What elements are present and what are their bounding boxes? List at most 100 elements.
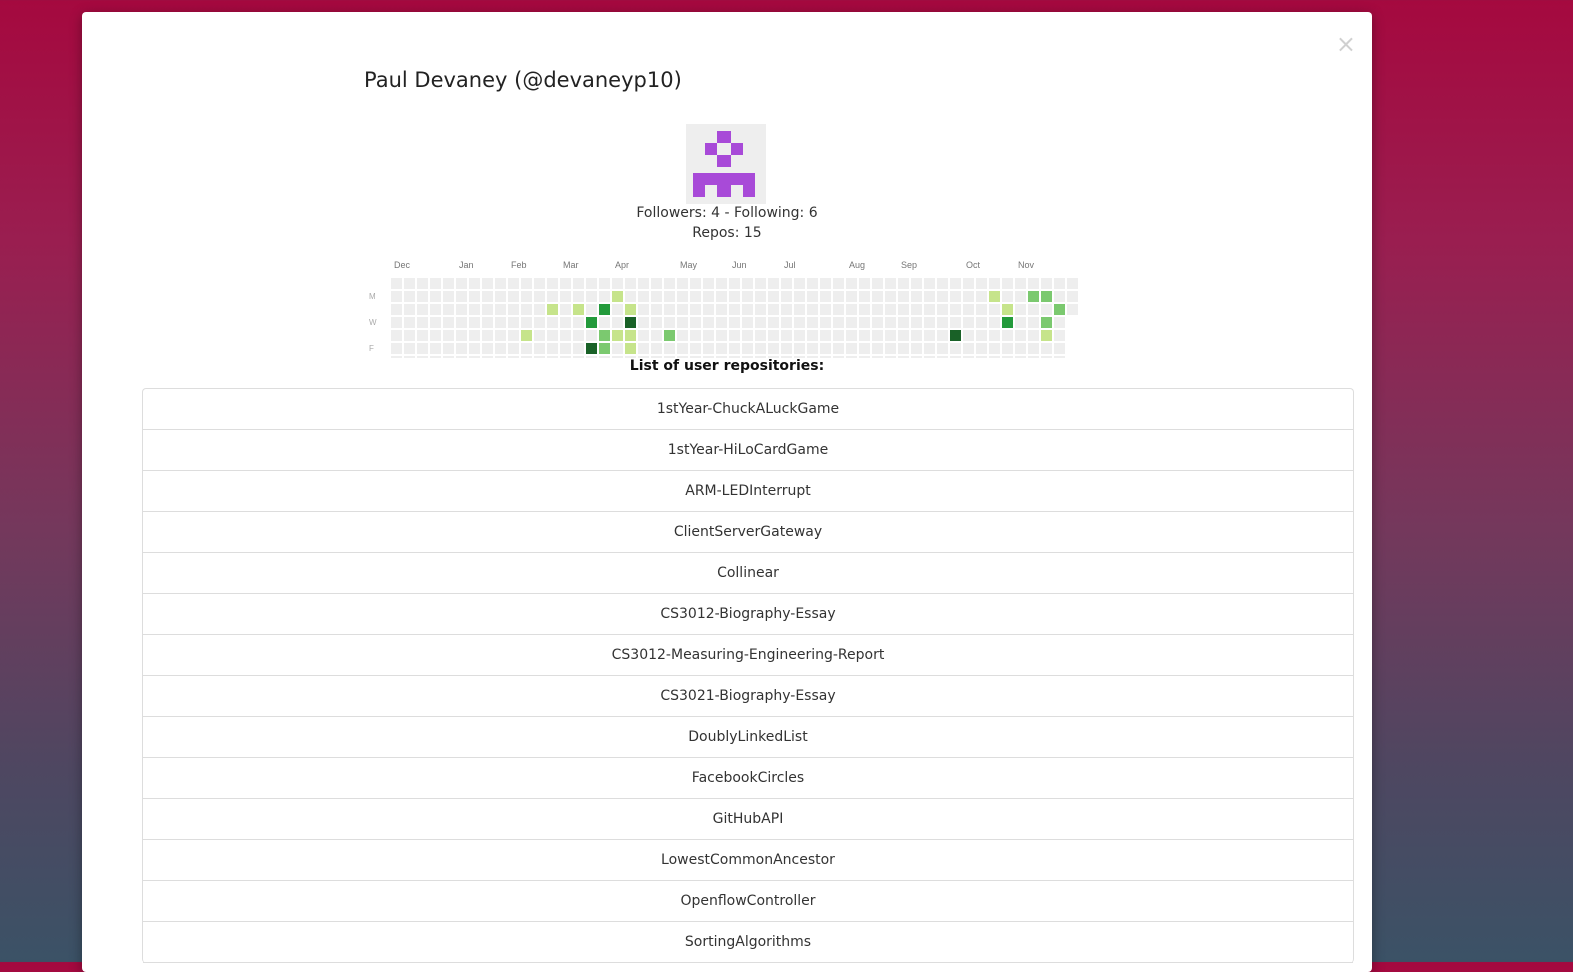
repo-list-item[interactable]: OpenflowController [143, 881, 1353, 922]
repo-list-item[interactable]: 1stYear-ChuckALuckGame [143, 389, 1353, 430]
contribution-day [560, 278, 571, 289]
contribution-day [989, 343, 1000, 354]
month-label: Mar [563, 260, 579, 270]
contribution-day [1002, 317, 1013, 328]
contribution-day [495, 291, 506, 302]
contribution-day [885, 330, 896, 341]
contribution-day [1054, 278, 1065, 289]
contribution-day [950, 343, 961, 354]
contribution-day [560, 304, 571, 315]
contribution-day [768, 304, 779, 315]
contribution-day [833, 291, 844, 302]
contribution-day [573, 330, 584, 341]
contribution-day [742, 304, 753, 315]
contribution-day [534, 317, 545, 328]
contribution-day [872, 304, 883, 315]
close-icon[interactable]: × [1336, 32, 1356, 56]
contribution-day [625, 291, 636, 302]
contribution-day [820, 304, 831, 315]
repo-list-item[interactable]: SortingAlgorithms [143, 922, 1353, 963]
contribution-day [404, 330, 415, 341]
contribution-day [495, 278, 506, 289]
contribution-day [1067, 278, 1078, 289]
contribution-day [599, 291, 610, 302]
contribution-day [404, 291, 415, 302]
repo-list-item[interactable]: GitHubAPI [143, 799, 1353, 840]
contribution-day [560, 343, 571, 354]
repo-list-item[interactable]: ClientServerGateway [143, 512, 1353, 553]
contribution-day [937, 291, 948, 302]
contribution-day [768, 317, 779, 328]
contribution-day [599, 278, 610, 289]
contribution-day [898, 330, 909, 341]
repo-list-item[interactable]: CS3021-Biography-Essay [143, 676, 1353, 717]
contribution-day [443, 278, 454, 289]
contribution-day [859, 317, 870, 328]
contribution-day [846, 330, 857, 341]
contribution-day [885, 317, 896, 328]
contribution-day [1015, 291, 1026, 302]
repo-list-item[interactable]: LowestCommonAncestor [143, 840, 1353, 881]
contribution-day [924, 291, 935, 302]
contribution-day [950, 317, 961, 328]
contribution-day [989, 330, 1000, 341]
contribution-day [807, 343, 818, 354]
contribution-day [469, 304, 480, 315]
repo-list-item[interactable]: ARM-LEDInterrupt [143, 471, 1353, 512]
contribution-day [703, 330, 714, 341]
contribution-day [976, 304, 987, 315]
contribution-day [846, 278, 857, 289]
contribution-day [638, 343, 649, 354]
contribution-day [430, 330, 441, 341]
contribution-day [794, 317, 805, 328]
contribution-day [599, 343, 610, 354]
contribution-day [560, 330, 571, 341]
contribution-day [443, 317, 454, 328]
repo-list-item[interactable]: 1stYear-HiLoCardGame [143, 430, 1353, 471]
contribution-day [781, 291, 792, 302]
contribution-day [794, 278, 805, 289]
contribution-day [430, 343, 441, 354]
contribution-day [950, 291, 961, 302]
contribution-day [742, 317, 753, 328]
month-label: May [680, 260, 698, 270]
repo-list-item[interactable]: Collinear [143, 553, 1353, 594]
contribution-day [1028, 317, 1039, 328]
repo-list: 1stYear-ChuckALuckGame 1stYear-HiLoCardGa… [142, 388, 1354, 963]
month-label: Jan [459, 260, 474, 270]
contribution-day [716, 278, 727, 289]
contribution-day [638, 330, 649, 341]
contribution-day [495, 330, 506, 341]
contribution-day [417, 278, 428, 289]
contribution-day [846, 317, 857, 328]
contribution-day [638, 291, 649, 302]
contribution-day [534, 343, 545, 354]
contribution-day [781, 278, 792, 289]
contribution-day [573, 317, 584, 328]
contribution-day [1002, 330, 1013, 341]
contribution-day [703, 291, 714, 302]
contribution-day [898, 343, 909, 354]
contribution-day [1002, 278, 1013, 289]
repo-list-item[interactable]: DoublyLinkedList [143, 717, 1353, 758]
contribution-day [989, 278, 1000, 289]
contribution-day [573, 291, 584, 302]
contribution-day [820, 317, 831, 328]
contribution-day [781, 343, 792, 354]
contribution-day [729, 278, 740, 289]
contribution-day [885, 304, 896, 315]
contribution-day [456, 291, 467, 302]
contribution-day [1041, 291, 1052, 302]
repo-list-item[interactable]: CS3012-Biography-Essay [143, 594, 1353, 635]
contribution-day [833, 330, 844, 341]
contribution-day [573, 304, 584, 315]
repo-list-item[interactable]: CS3012-Measuring-Engineering-Report [143, 635, 1353, 676]
contribution-day [391, 304, 402, 315]
contribution-day [391, 330, 402, 341]
contribution-day [911, 330, 922, 341]
contribution-day [1015, 304, 1026, 315]
contribution-day [560, 291, 571, 302]
repo-list-item[interactable]: FacebookCircles [143, 758, 1353, 799]
contribution-day [768, 291, 779, 302]
contribution-day [586, 304, 597, 315]
